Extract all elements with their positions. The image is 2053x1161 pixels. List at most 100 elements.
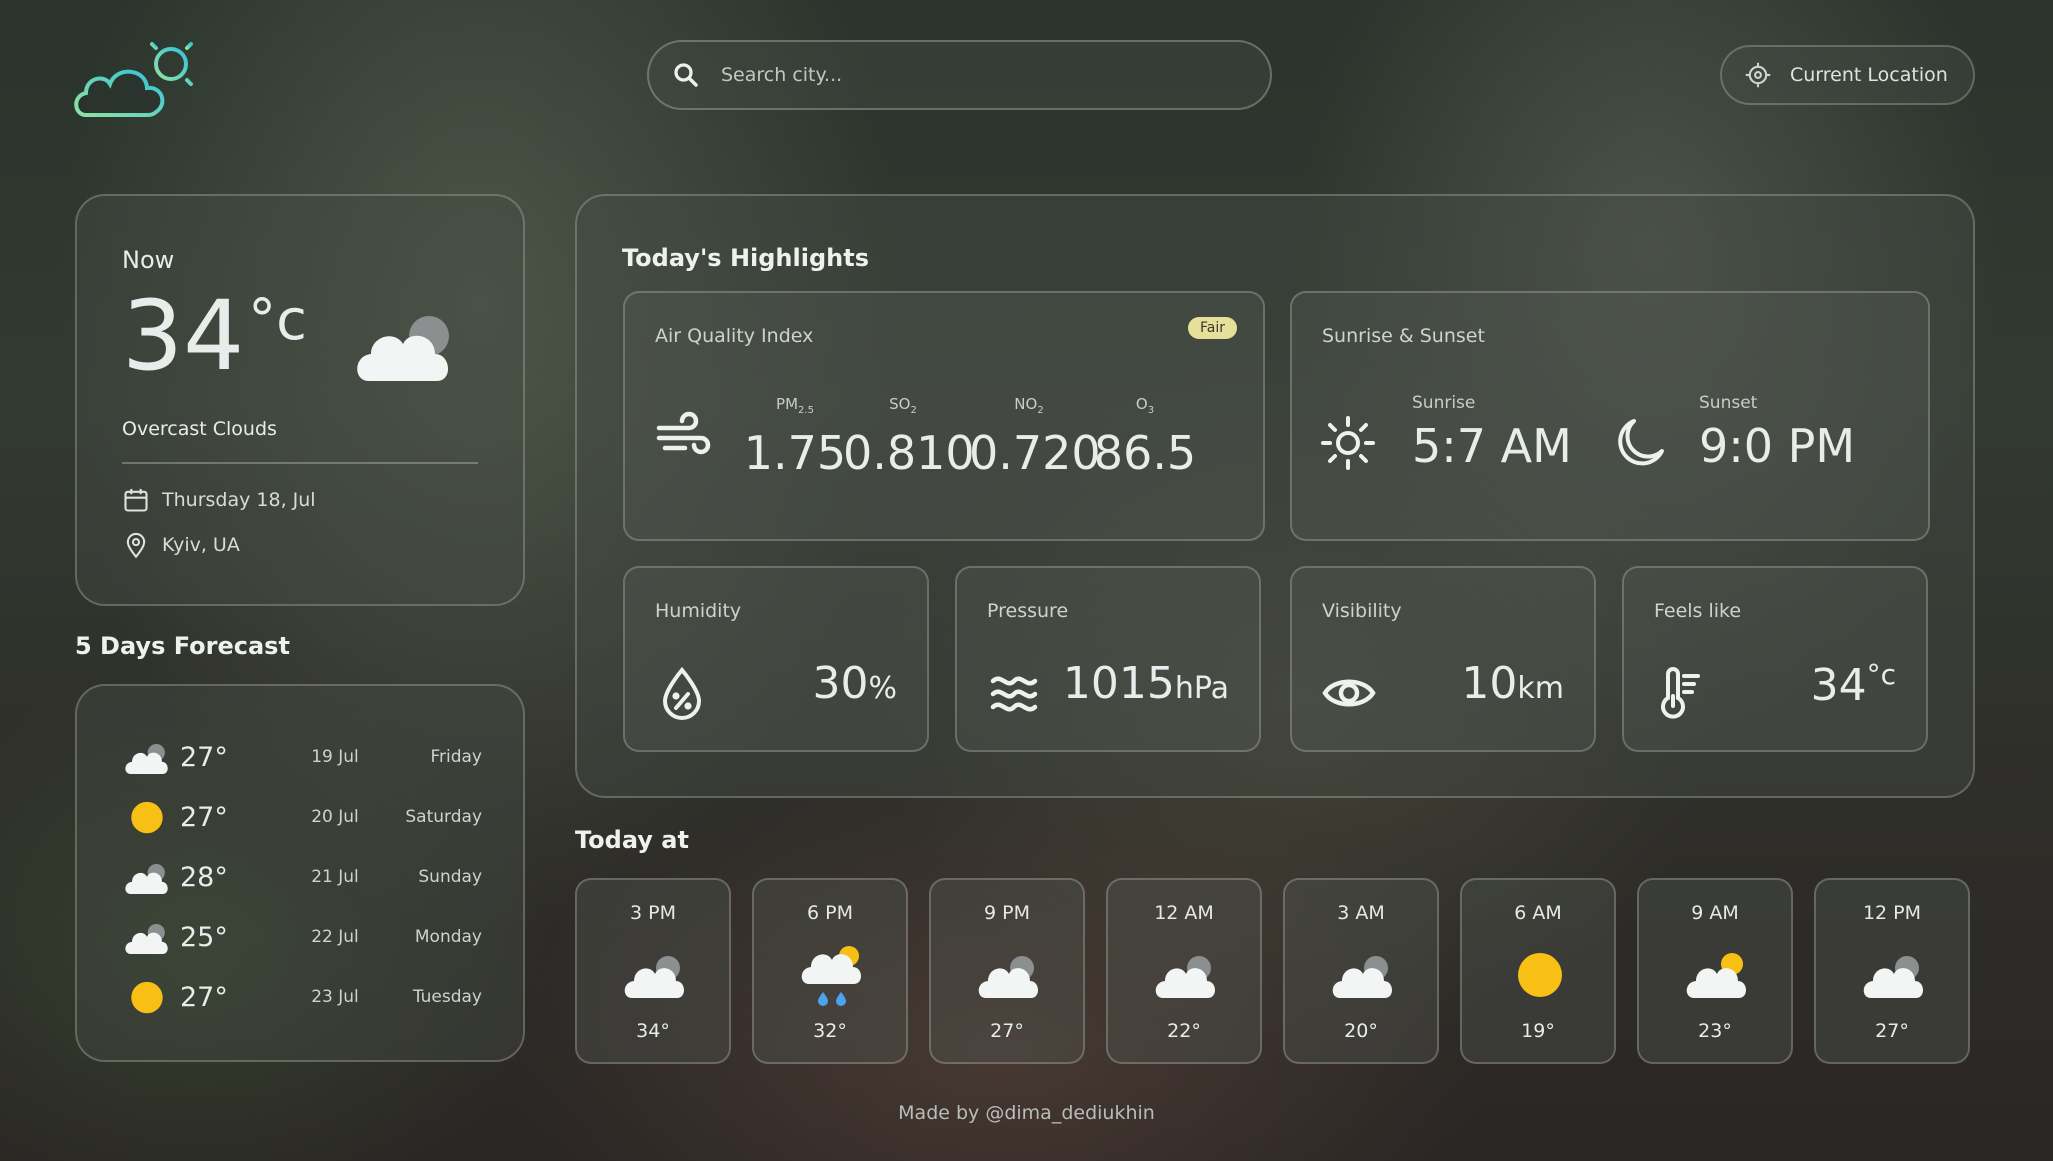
humidity-label: Humidity (655, 600, 742, 622)
aqi-metric-value: 0.810 (843, 426, 975, 480)
sun-icon (1505, 942, 1575, 1008)
forecast-weekday: Saturday (405, 807, 482, 827)
hour-time: 6 AM (1514, 902, 1562, 924)
search-icon (674, 63, 698, 87)
aqi-metric: SO2 0.810 (843, 395, 975, 480)
forecast-date: 22 Jul (311, 927, 359, 947)
hour-temp: 23° (1698, 1020, 1732, 1042)
location-pin-icon (126, 532, 146, 559)
forecast-date: 19 Jul (311, 747, 359, 767)
cloud-icon (1328, 942, 1398, 1008)
weather-description: Overcast Clouds (122, 418, 277, 440)
now-label: Now (122, 246, 175, 274)
feels-like-card: Feels like 34°c (1622, 566, 1928, 752)
forecast-temp: 25° (180, 921, 228, 953)
sunrise-block: Sunrise 5:7 AM (1412, 393, 1572, 473)
aqi-metric: O3 86.5 (1085, 395, 1205, 480)
forecast-temp: 27° (180, 741, 228, 773)
aqi-metric-value: 0.720 (969, 426, 1101, 480)
aqi-metric-value: 1.75 (743, 426, 847, 480)
forecast-weekday: Tuesday (412, 987, 482, 1007)
hourly-card: 12 PM 27° (1814, 878, 1970, 1064)
pressure-card: Pressure 1015hPa (955, 566, 1261, 752)
forecast-temp: 28° (180, 861, 228, 893)
hour-temp: 27° (1875, 1020, 1909, 1042)
highlights-panel: Today's Highlights Air Quality Index Fai… (575, 194, 1975, 798)
hourly-card: 6 AM 19° (1460, 878, 1616, 1064)
search-bar[interactable] (647, 40, 1272, 110)
forecast-row: 27° 19 Jul Friday (122, 734, 482, 780)
cloud-icon (1151, 942, 1221, 1008)
hour-temp: 20° (1344, 1020, 1378, 1042)
hour-time: 3 AM (1337, 902, 1385, 924)
aqi-metric-label: SO2 (889, 395, 917, 416)
highlights-title: Today's Highlights (622, 244, 869, 272)
hour-time: 9 PM (984, 902, 1030, 924)
forecast-row: 27° 23 Jul Tuesday (122, 974, 482, 1020)
forecast-date: 23 Jul (311, 987, 359, 1007)
hourly-card: 6 PM 32° (752, 878, 908, 1064)
feels-like-value: 34°c (1810, 658, 1896, 711)
cloud-icon (122, 854, 172, 900)
current-temperature: 34°c (122, 280, 307, 392)
sunrise-sunset-label: Sunrise & Sunset (1322, 325, 1485, 347)
footer-credit: Made by @dima_dediukhin (898, 1102, 1155, 1124)
forecast-row: 27° 20 Jul Saturday (122, 794, 482, 840)
crosshair-icon (1745, 62, 1771, 88)
hour-time: 3 PM (630, 902, 676, 924)
hourly-card: 9 PM 27° (929, 878, 1085, 1064)
cloud-icon (1859, 942, 1929, 1008)
forecast-date: 20 Jul (311, 807, 359, 827)
aqi-metric-label: O3 (1135, 395, 1155, 416)
current-date: Thursday 18, Jul (162, 489, 316, 511)
aqi-metric: PM2.5 1.75 (735, 395, 855, 480)
rain-sun-icon (797, 942, 867, 1008)
hour-temp: 32° (813, 1020, 847, 1042)
sunrise-time: 5:7 AM (1412, 419, 1572, 473)
search-input[interactable] (721, 64, 1241, 86)
feels-like-label: Feels like (1654, 600, 1742, 622)
cloud-icon (620, 942, 690, 1008)
sunset-label: Sunset (1699, 393, 1758, 413)
sun-icon (122, 974, 172, 1020)
forecast-temp: 27° (180, 981, 228, 1013)
visibility-label: Visibility (1322, 600, 1402, 622)
forecast-card: 27° 19 Jul Friday 27° 20 Jul Saturday 28° 21 Ju… (75, 684, 525, 1062)
calendar-icon (124, 488, 148, 512)
cloud-icon (122, 914, 172, 960)
eye-icon (1322, 679, 1376, 707)
sunrise-sunset-card: Sunrise & Sunset Sunrise 5:7 AM Sunset 9… (1290, 291, 1930, 541)
aqi-label: Air Quality Index (655, 325, 814, 347)
divider (122, 462, 478, 464)
date-row: Thursday 18, Jul (122, 486, 316, 514)
hour-time: 9 AM (1691, 902, 1739, 924)
aqi-metric-label: PM2.5 (776, 395, 814, 416)
hour-time: 12 PM (1862, 902, 1922, 924)
today-title: Today at (575, 826, 689, 854)
overcast-cloud-icon (357, 316, 449, 381)
temperature-unit: °c (248, 288, 307, 353)
hourly-card: 9 AM 23° (1637, 878, 1793, 1064)
forecast-weekday: Friday (430, 747, 482, 767)
visibility-card: Visibility 10km (1290, 566, 1596, 752)
hourly-card: 3 PM 34° (575, 878, 731, 1064)
forecast-row: 28° 21 Jul Sunday (122, 854, 482, 900)
hour-temp: 22° (1167, 1020, 1201, 1042)
current-location-button[interactable]: Current Location (1720, 45, 1975, 105)
forecast-weekday: Monday (414, 927, 482, 947)
hour-temp: 27° (990, 1020, 1024, 1042)
sunset-block: Sunset 9:0 PM (1699, 393, 1855, 473)
location-row: Kyiv, UA (122, 531, 240, 559)
forecast-date: 21 Jul (311, 867, 359, 887)
hourly-card: 3 AM 20° (1283, 878, 1439, 1064)
hour-temp: 34° (636, 1020, 670, 1042)
humidity-drop-icon (662, 666, 702, 720)
hour-temp: 19° (1521, 1020, 1555, 1042)
humidity-card: Humidity 30% (623, 566, 929, 752)
sunrise-label: Sunrise (1412, 393, 1476, 413)
current-location-label: Current Location (1790, 64, 1948, 86)
sun-outline-icon (1321, 416, 1375, 470)
visibility-value: 10km (1461, 658, 1564, 709)
sun-icon (122, 794, 172, 840)
aqi-status-badge: Fair (1188, 317, 1237, 339)
